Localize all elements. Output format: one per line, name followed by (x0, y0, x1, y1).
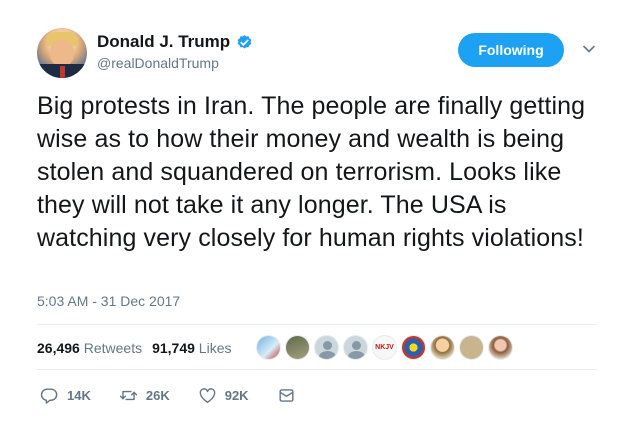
retweets-count: 26,496 (37, 340, 80, 356)
direct-message-button[interactable] (277, 386, 296, 405)
avatar-face (50, 40, 74, 66)
liker-logo-text: NKJV (375, 344, 394, 351)
tweet-card: Donald J. Trump @realDonaldTrump Followi… (0, 0, 633, 435)
verified-badge-icon (237, 34, 252, 49)
retweet-icon (119, 390, 137, 401)
likes-label: Likes (198, 340, 232, 356)
retweet-count: 26K (145, 388, 170, 403)
liker-avatar-default[interactable] (343, 335, 368, 360)
chevron-down-icon[interactable] (582, 42, 596, 56)
liker-avatar[interactable] (401, 335, 426, 360)
tweet-timestamp[interactable]: 5:03 AM - 31 Dec 2017 (37, 293, 180, 309)
divider (37, 369, 597, 370)
heart-icon (199, 388, 216, 403)
liker-avatar[interactable] (488, 335, 513, 360)
liker-avatar[interactable] (430, 335, 455, 360)
retweets-stat[interactable]: 26,496 Retweets (37, 340, 142, 356)
mail-icon (279, 389, 294, 402)
likes-stat[interactable]: 91,749 Likes (152, 340, 231, 356)
avatar[interactable] (37, 28, 87, 78)
following-button[interactable]: Following (458, 33, 564, 67)
retweets-label: Retweets (83, 340, 143, 356)
author-display-name[interactable]: Donald J. Trump (97, 32, 230, 52)
author-name-row: Donald J. Trump (97, 32, 253, 52)
liker-avatar[interactable] (285, 335, 310, 360)
tweet-text: Big protests in Iran. The people are fin… (37, 92, 586, 252)
liker-avatar[interactable] (459, 335, 484, 360)
liker-avatar-default[interactable] (314, 335, 339, 360)
avatar-tie (60, 66, 65, 78)
likes-count: 91,749 (152, 340, 195, 356)
like-button[interactable]: 92K (198, 386, 249, 405)
liker-avatar-logo[interactable]: NKJV (372, 335, 397, 360)
divider (37, 324, 597, 325)
liker-avatar[interactable] (256, 335, 281, 360)
like-count: 92K (224, 388, 249, 403)
tweet-actions: 14K 26K 92K (40, 386, 324, 405)
reply-button[interactable]: 14K (40, 386, 91, 405)
author-handle[interactable]: @realDonaldTrump (97, 55, 219, 71)
reply-count: 14K (67, 388, 91, 403)
reply-icon (40, 388, 58, 404)
tweet-stats: 26,496 Retweets 91,749 Likes (37, 340, 231, 356)
retweet-button[interactable]: 26K (119, 386, 170, 405)
liker-avatars: NKJV (256, 335, 513, 360)
